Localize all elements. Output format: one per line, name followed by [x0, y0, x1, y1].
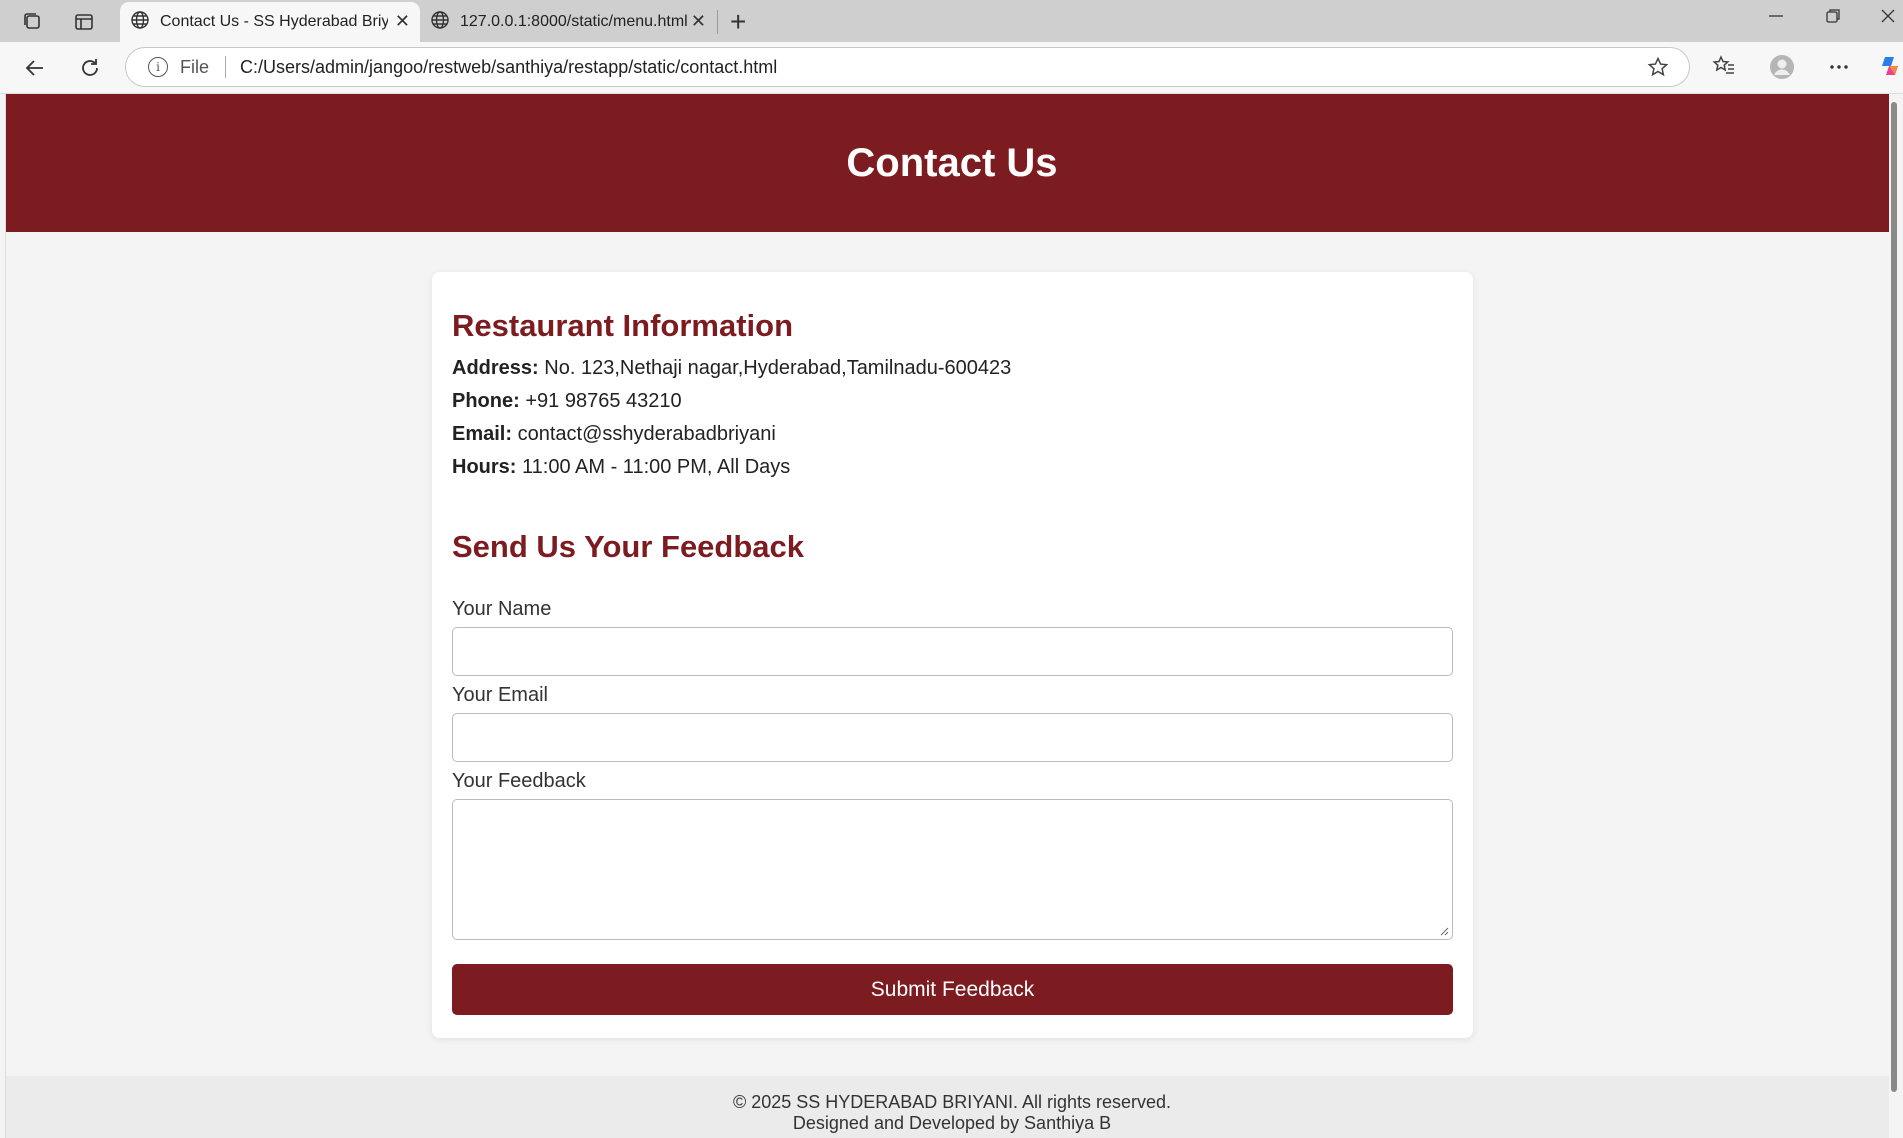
scrollbar-thumb[interactable]	[1891, 102, 1897, 1092]
phone-value: +91 98765 43210	[525, 390, 682, 412]
email-label: Email:	[452, 423, 513, 445]
copyright-text: © 2025 SS HYDERABAD BRIYANI. All rights …	[732, 1092, 1172, 1112]
site-header: Contact Us	[6, 94, 1898, 232]
tab-menu[interactable]: 127.0.0.1:8000/static/menu.html ✕	[420, 2, 716, 42]
phone-line: Phone: +91 98765 43210	[452, 390, 682, 413]
copilot-icon[interactable]	[1878, 54, 1902, 83]
close-icon[interactable]: ✕	[395, 11, 410, 32]
tab-title: 127.0.0.1:8000/static/menu.html	[460, 13, 688, 30]
email-value: contact@sshyderabadbriyani	[517, 423, 776, 445]
favorites-icon[interactable]	[1712, 54, 1736, 83]
hours-line: Hours: 11:00 AM - 11:00 PM, All Days	[452, 456, 790, 479]
globe-icon	[430, 10, 450, 35]
profile-icon[interactable]	[1769, 54, 1795, 85]
scheme-label: File	[180, 56, 210, 77]
feedback-label: Your Feedback	[452, 770, 586, 792]
minimize-icon[interactable]	[1768, 6, 1784, 31]
address-line: Address: No. 123,Nethaji nagar,Hyderabad…	[452, 357, 1011, 380]
refresh-icon[interactable]	[75, 53, 105, 83]
more-icon[interactable]	[1828, 56, 1850, 83]
site-footer: © 2025 SS HYDERABAD BRIYANI. All rights …	[6, 1076, 1898, 1138]
globe-icon	[130, 10, 150, 35]
email-input[interactable]	[452, 713, 1453, 762]
name-label: Your Name	[452, 598, 552, 620]
tab-divider	[717, 10, 718, 34]
scrollbar[interactable]	[1889, 94, 1899, 1138]
address-bar[interactable]: i File C:/Users/admin/jangoo/restweb/san…	[125, 47, 1690, 87]
tab-actions-icon[interactable]	[71, 9, 97, 35]
credit-text: Designed and Developed by Santhiya B	[792, 1113, 1112, 1133]
email-field-label: Your Email	[452, 684, 548, 706]
contact-card: Restaurant Information Address: No. 123,…	[432, 272, 1473, 1038]
address-label: Address:	[452, 357, 539, 379]
hours-label: Hours:	[452, 456, 517, 478]
new-tab-icon[interactable]: +	[730, 6, 746, 38]
name-input[interactable]	[452, 627, 1453, 676]
hours-value: 11:00 AM - 11:00 PM, All Days	[522, 456, 791, 478]
close-window-icon[interactable]	[1880, 6, 1896, 31]
feedback-textarea[interactable]	[452, 799, 1453, 940]
email-line: Email: contact@sshyderabadbriyani	[452, 423, 776, 446]
url-text[interactable]: C:/Users/admin/jangoo/restweb/santhiya/r…	[240, 57, 777, 78]
back-icon[interactable]	[20, 53, 50, 83]
tab-contact[interactable]: Contact Us - SS Hyderabad Briyani ✕	[120, 2, 420, 42]
workspaces-icon[interactable]	[20, 9, 46, 35]
tab-title: Contact Us - SS Hyderabad Briyani	[160, 13, 388, 30]
resize-grip-icon[interactable]	[1439, 926, 1449, 936]
restore-icon[interactable]	[1825, 6, 1841, 31]
browser-toolbar: i File C:/Users/admin/jangoo/restweb/san…	[0, 42, 1903, 94]
page-viewport: Contact Us Restaurant Information Addres…	[5, 94, 1899, 1138]
star-icon[interactable]	[1647, 56, 1669, 83]
address-divider	[225, 56, 227, 78]
info-icon[interactable]: i	[148, 57, 168, 77]
tab-bar: Contact Us - SS Hyderabad Briyani ✕ 127.…	[0, 0, 1903, 42]
restaurant-info-heading: Restaurant Information	[452, 308, 794, 343]
submit-feedback-button[interactable]: Submit Feedback	[452, 964, 1453, 1015]
feedback-heading: Send Us Your Feedback	[452, 529, 805, 564]
address-value: No. 123,Nethaji nagar,Hyderabad,Tamilnad…	[544, 357, 1012, 379]
close-icon[interactable]: ✕	[691, 11, 706, 32]
phone-label: Phone:	[452, 390, 520, 412]
page-title: Contact Us	[846, 140, 1058, 185]
